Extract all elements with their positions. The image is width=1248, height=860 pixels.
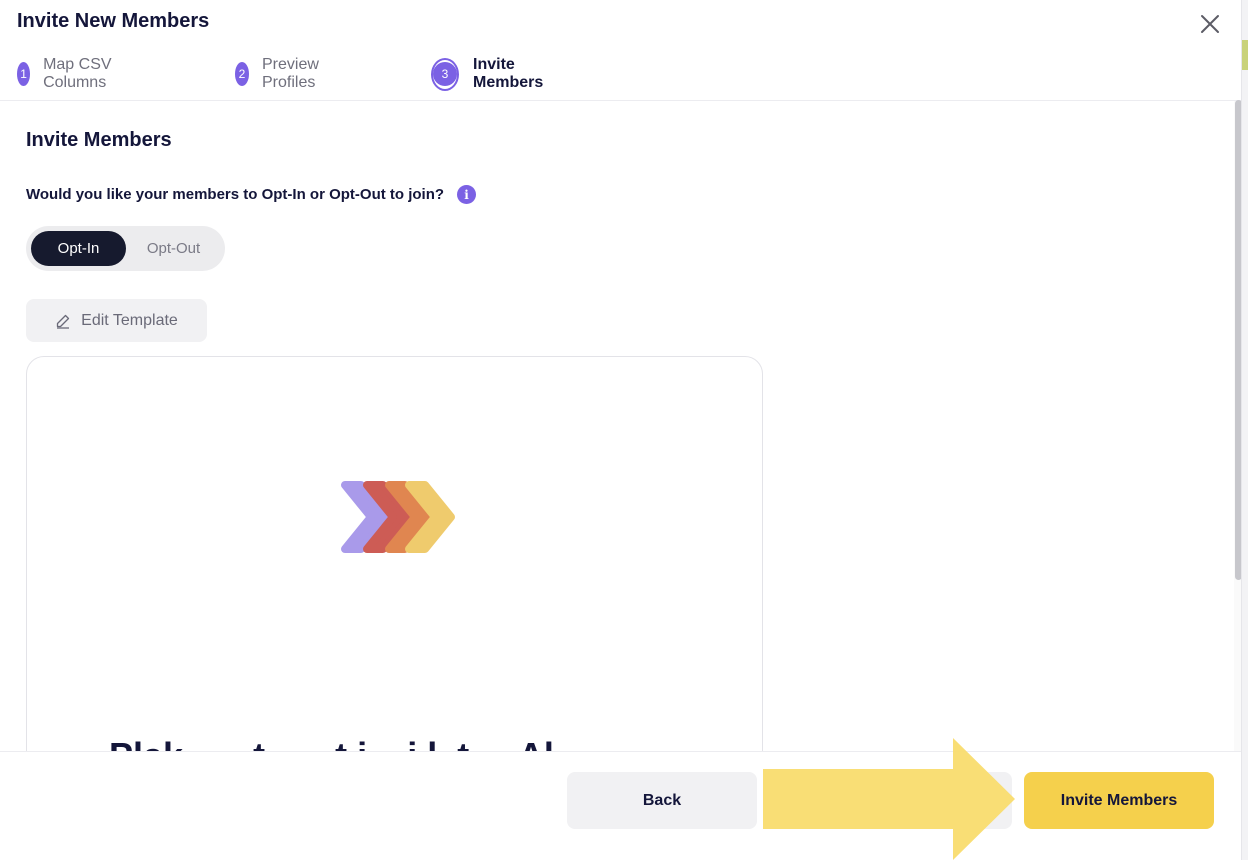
step-number: 2 bbox=[235, 62, 249, 86]
step-preview-profiles: 2 Preview Profiles bbox=[235, 56, 329, 91]
back-button[interactable]: Back bbox=[567, 772, 757, 829]
modal-body: Invite Members Would you like your membe… bbox=[0, 101, 1232, 751]
active-step-ring: 3 bbox=[431, 57, 459, 91]
step-map-csv-columns: 1 Map CSV Columns bbox=[17, 56, 117, 91]
modal-footer: Back Invite Members bbox=[0, 751, 1241, 860]
close-icon bbox=[1201, 15, 1219, 33]
edit-template-label: Edit Template bbox=[81, 311, 178, 329]
highlight-arrow-icon bbox=[763, 738, 1015, 860]
opt-in-question: Would you like your members to Opt-In or… bbox=[26, 185, 477, 204]
invite-members-button[interactable]: Invite Members bbox=[1024, 772, 1214, 829]
section-title: Invite Members bbox=[26, 129, 172, 151]
opt-out-option[interactable]: Opt-Out bbox=[131, 231, 216, 266]
scrollbar-thumb[interactable] bbox=[1235, 100, 1241, 580]
edit-template-button[interactable]: Edit Template bbox=[26, 299, 207, 342]
opt-in-option[interactable]: Opt-In bbox=[31, 231, 126, 266]
preview-heading: Plak ___t ___t i__i l_t__ Al bbox=[109, 735, 554, 751]
modal-title: Invite New Members bbox=[17, 10, 210, 32]
step-label: Preview Profiles bbox=[262, 56, 319, 91]
step-number: 1 bbox=[17, 62, 31, 86]
pencil-icon bbox=[55, 313, 71, 329]
invite-members-modal: Invite New Members 1 Map CSV Columns 2 P… bbox=[0, 0, 1242, 860]
email-template-preview: Plak ___t ___t i__i l_t__ Al bbox=[26, 356, 763, 751]
opt-in-out-toggle: Opt-In Opt-Out bbox=[26, 226, 225, 271]
step-invite-members: 3 Invite Members bbox=[431, 56, 548, 91]
modal-header: Invite New Members 1 Map CSV Columns 2 P… bbox=[0, 0, 1241, 101]
brand-logo-icon bbox=[341, 481, 455, 553]
step-label: Invite Members bbox=[473, 56, 544, 91]
step-number: 3 bbox=[433, 62, 457, 86]
info-icon[interactable]: i bbox=[457, 185, 477, 204]
close-button[interactable] bbox=[1198, 12, 1222, 36]
window-edge bbox=[1242, 0, 1248, 860]
window-edge-accent bbox=[1242, 40, 1248, 70]
question-text: Would you like your members to Opt-In or… bbox=[26, 186, 445, 203]
step-label: Map CSV Columns bbox=[43, 56, 112, 91]
